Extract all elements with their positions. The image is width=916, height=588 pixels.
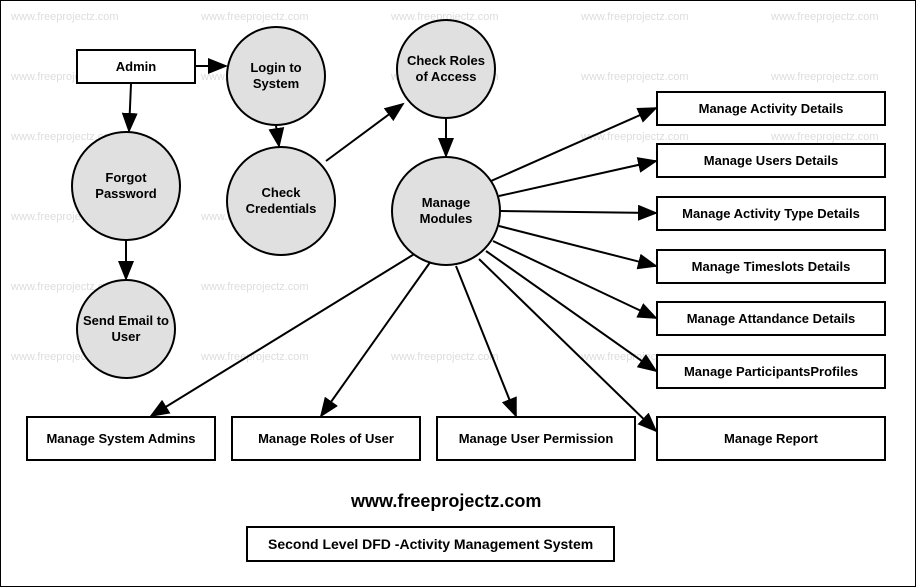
watermark: www.freeprojectz.com [581, 131, 689, 143]
process-send-email-label: Send Email to User [82, 313, 170, 344]
diagram-title: Second Level DFD -Activity Management Sy… [246, 526, 615, 562]
output-activity-details-label: Manage Activity Details [699, 101, 844, 116]
watermark: www.freeprojectz.com [771, 131, 879, 143]
output-activity-type-label: Manage Activity Type Details [682, 206, 860, 221]
output-participants: Manage ParticipantsProfiles [656, 354, 886, 389]
footer-url: www.freeprojectz.com [351, 491, 541, 512]
watermark: www.freeprojectz.com [771, 11, 879, 23]
output-attendance-label: Manage Attandance Details [687, 311, 856, 326]
process-check-credentials-label: Check Credentials [232, 185, 330, 216]
output-users-details: Manage Users Details [656, 143, 886, 178]
process-check-credentials: Check Credentials [226, 146, 336, 256]
output-report-label: Manage Report [724, 431, 818, 446]
output-roles-user: Manage Roles of User [231, 416, 421, 461]
output-activity-type: Manage Activity Type Details [656, 196, 886, 231]
process-forgot-password-label: Forgot Password [77, 170, 175, 201]
output-system-admins-label: Manage System Admins [46, 431, 195, 446]
watermark: www.freeprojectz.com [581, 11, 689, 23]
watermark: www.freeprojectz.com [201, 11, 309, 23]
entity-admin-label: Admin [116, 59, 156, 74]
output-timeslots: Manage Timeslots Details [656, 249, 886, 284]
process-send-email: Send Email to User [76, 279, 176, 379]
output-report: Manage Report [656, 416, 886, 461]
entity-admin: Admin [76, 49, 196, 84]
output-timeslots-label: Manage Timeslots Details [692, 259, 851, 274]
watermark: www.freeprojectz.com [391, 351, 499, 363]
output-roles-user-label: Manage Roles of User [258, 431, 394, 446]
output-participants-label: Manage ParticipantsProfiles [684, 364, 858, 379]
process-manage-modules-label: Manage Modules [397, 195, 495, 226]
watermark: www.freeprojectz.com [11, 11, 119, 23]
watermark: www.freeprojectz.com [771, 71, 879, 83]
output-user-permission: Manage User Permission [436, 416, 636, 461]
output-user-permission-label: Manage User Permission [459, 431, 614, 446]
output-attendance: Manage Attandance Details [656, 301, 886, 336]
process-login-label: Login to System [232, 60, 320, 91]
process-forgot-password: Forgot Password [71, 131, 181, 241]
process-manage-modules: Manage Modules [391, 156, 501, 266]
process-check-roles: Check Roles of Access [396, 19, 496, 119]
process-check-roles-label: Check Roles of Access [402, 53, 490, 84]
process-login: Login to System [226, 26, 326, 126]
watermark: www.freeprojectz.com [201, 351, 309, 363]
watermark: www.freeprojectz.com [581, 71, 689, 83]
output-users-details-label: Manage Users Details [704, 153, 838, 168]
watermark: www.freeprojectz.com [201, 281, 309, 293]
output-activity-details: Manage Activity Details [656, 91, 886, 126]
output-system-admins: Manage System Admins [26, 416, 216, 461]
